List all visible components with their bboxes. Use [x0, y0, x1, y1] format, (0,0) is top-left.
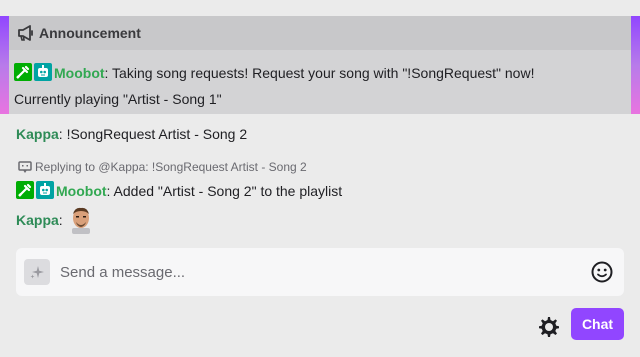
announcement-card: Announcement Moobot: Taking song request… — [0, 16, 640, 114]
sparkle-icon[interactable] — [24, 259, 50, 285]
reply-context[interactable]: Replying to @Kappa: !SongRequest Artist … — [18, 160, 307, 174]
bot-badge-icon[interactable] — [36, 181, 54, 199]
chat-message: Kappa: !SongRequest Artist - Song 2 — [16, 126, 247, 142]
bot-badge-icon[interactable] — [34, 63, 52, 81]
announcement-accent-right — [631, 16, 640, 114]
gear-icon[interactable] — [537, 315, 561, 339]
announcement-text-line1: Taking song requests! Request your song … — [108, 65, 535, 81]
chat-send-button[interactable]: Chat — [571, 308, 624, 340]
username-moobot[interactable]: Moobot — [54, 65, 105, 81]
moderator-badge-icon[interactable] — [14, 63, 32, 81]
chat-message-input[interactable] — [60, 263, 590, 281]
username-kappa[interactable]: Kappa — [16, 126, 59, 142]
reply-text: Replying to @Kappa: !SongRequest Artist … — [35, 160, 307, 174]
megaphone-icon — [17, 25, 35, 41]
reply-icon — [18, 160, 32, 174]
username-moobot[interactable]: Moobot — [56, 183, 107, 199]
chat-input-container[interactable] — [16, 248, 624, 296]
kappa-emote[interactable] — [67, 206, 95, 234]
message-text: !SongRequest Artist - Song 2 — [62, 126, 248, 142]
chat-message: Kappa: — [16, 206, 95, 234]
announcement-header: Announcement — [9, 16, 631, 50]
emoji-icon[interactable] — [590, 260, 614, 284]
announcement-message: Moobot: Taking song requests! Request yo… — [14, 60, 626, 112]
message-text: Added "Artist - Song 2" to the playlist — [110, 183, 343, 199]
separator: : — [58, 212, 63, 228]
announcement-accent-left — [0, 16, 9, 114]
username-kappa[interactable]: Kappa — [16, 212, 59, 228]
announcement-title: Announcement — [39, 25, 141, 41]
announcement-text-line2: Currently playing "Artist - Song 1" — [14, 91, 222, 107]
moderator-badge-icon[interactable] — [16, 181, 34, 199]
chat-message: Moobot: Added "Artist - Song 2" to the p… — [16, 181, 342, 199]
